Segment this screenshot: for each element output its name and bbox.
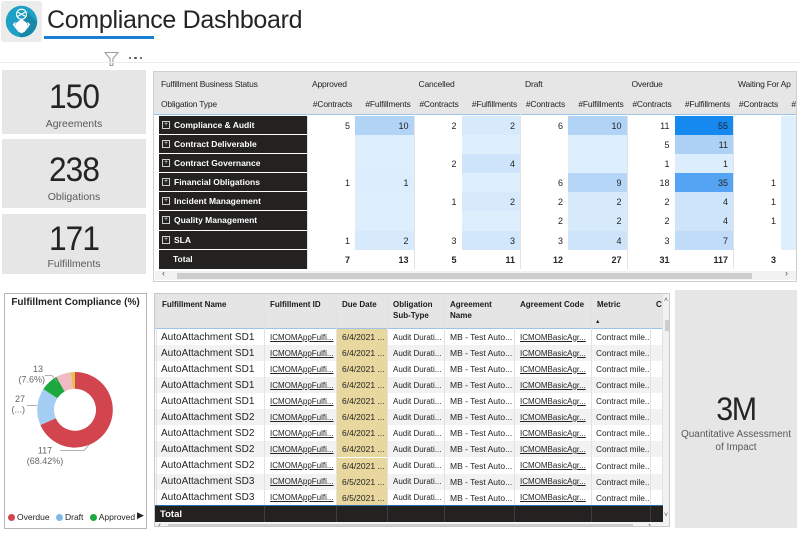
svg-text:(68.42%): (68.42%) [27,456,64,466]
svg-text:13: 13 [33,364,43,374]
svg-text:27: 27 [15,394,25,404]
svg-text:117: 117 [38,446,52,456]
svg-text:(...): (...) [12,405,26,415]
svg-text:(7.6%): (7.6%) [18,375,45,385]
